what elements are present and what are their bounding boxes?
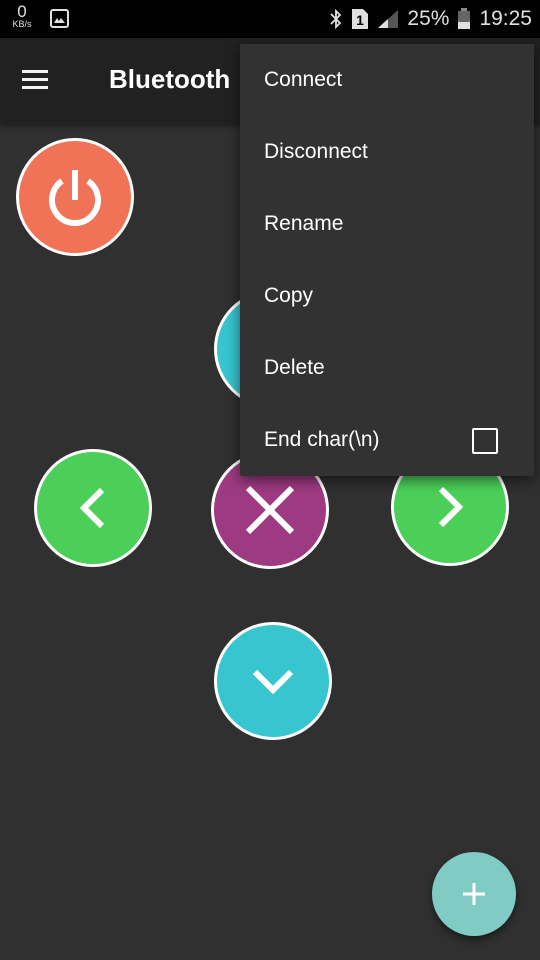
menu-item-delete[interactable]: Delete bbox=[240, 332, 534, 404]
menu-item-end-char[interactable]: End char(\n) bbox=[240, 404, 534, 476]
status-right: 1 25% 19:25 bbox=[329, 0, 532, 38]
menu-item-label: Rename bbox=[264, 212, 344, 235]
menu-item-rename[interactable]: Rename bbox=[240, 188, 534, 260]
plus-icon bbox=[463, 883, 485, 905]
sim-1-icon: 1 bbox=[352, 9, 369, 29]
hamburger-menu-icon[interactable] bbox=[20, 66, 52, 94]
menu-item-label: Disconnect bbox=[264, 140, 368, 163]
network-speed-value: 0 bbox=[17, 2, 27, 21]
left-button[interactable] bbox=[34, 449, 152, 567]
battery-percent: 25% bbox=[407, 7, 450, 30]
menu-item-label: Connect bbox=[264, 68, 343, 91]
battery-icon bbox=[458, 8, 471, 29]
menu-item-label: End char(\n) bbox=[264, 428, 380, 451]
close-icon bbox=[245, 485, 295, 535]
menu-item-connect[interactable]: Connect bbox=[240, 44, 534, 116]
down-button[interactable] bbox=[214, 622, 332, 740]
menu-item-label: Copy bbox=[264, 284, 314, 307]
power-button[interactable] bbox=[16, 138, 134, 256]
bluetooth-icon bbox=[330, 9, 342, 29]
signal-icon bbox=[378, 10, 399, 28]
menu-item-copy[interactable]: Copy bbox=[240, 260, 534, 332]
network-speed: 0 KB/s bbox=[10, 3, 34, 29]
page-title: Bluetooth bbox=[109, 64, 231, 94]
network-speed-unit: KB/s bbox=[12, 19, 32, 29]
app-screen: 0 KB/s 1 25% 19:25 Bluetooth Connect Dis… bbox=[0, 0, 540, 960]
svg-text:1: 1 bbox=[357, 12, 365, 28]
chevron-left-icon bbox=[79, 487, 105, 529]
menu-item-label: Delete bbox=[264, 356, 325, 379]
status-bar: 0 KB/s 1 25% 19:25 bbox=[0, 0, 540, 38]
clock: 19:25 bbox=[479, 7, 532, 30]
chevron-right-icon bbox=[438, 486, 464, 528]
gallery-icon bbox=[50, 9, 69, 28]
end-char-checkbox[interactable] bbox=[472, 428, 498, 454]
overflow-menu: Connect Disconnect Rename Copy Delete En… bbox=[240, 44, 534, 476]
chevron-down-icon bbox=[252, 669, 294, 695]
power-icon bbox=[49, 170, 101, 226]
add-button[interactable] bbox=[432, 852, 516, 936]
menu-item-disconnect[interactable]: Disconnect bbox=[240, 116, 534, 188]
